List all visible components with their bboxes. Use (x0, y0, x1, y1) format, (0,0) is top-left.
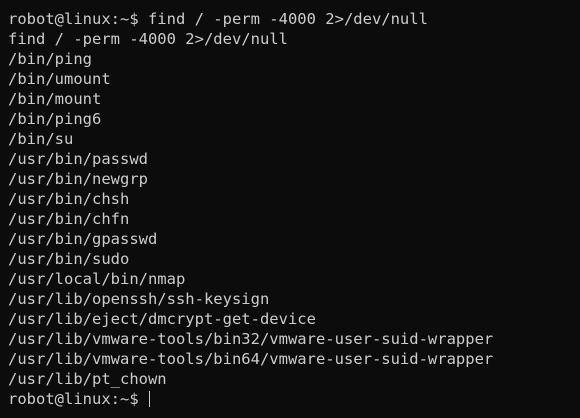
terminal-line: /bin/ping (8, 50, 92, 68)
terminal-line: /usr/lib/openssh/ssh-keysign (8, 290, 270, 308)
text-cursor (148, 391, 151, 407)
terminal-line: /usr/lib/vmware-tools/bin64/vmware-user-… (8, 350, 494, 368)
terminal-line: /bin/ping6 (8, 110, 102, 128)
terminal-line: find / -perm -4000 2>/dev/null (8, 30, 288, 48)
terminal-line: /usr/local/bin/nmap (8, 270, 186, 288)
prompt-line[interactable]: robot@linux:~$ (8, 389, 580, 409)
terminal-line: /bin/mount (8, 90, 102, 108)
terminal-line: /usr/bin/newgrp (8, 170, 148, 188)
terminal-line: /bin/umount (8, 70, 111, 88)
terminal-line: /usr/lib/pt_chown (8, 370, 167, 388)
terminal-line: /usr/bin/chsh (8, 190, 130, 208)
terminal-line: /usr/bin/passwd (8, 150, 148, 168)
shell-prompt: robot@linux:~$ (8, 390, 148, 408)
terminal-window[interactable]: robot@linux:~$ find / -perm -4000 2>/dev… (0, 0, 580, 418)
terminal-line: /usr/lib/eject/dmcrypt-get-device (8, 310, 316, 328)
terminal-line: /usr/lib/vmware-tools/bin32/vmware-user-… (8, 330, 494, 348)
terminal-line: /bin/su (8, 130, 74, 148)
terminal-line: /usr/bin/sudo (8, 250, 130, 268)
terminal-line: /usr/bin/chfn (8, 210, 130, 228)
terminal-line: robot@linux:~$ find / -perm -4000 2>/dev… (8, 10, 428, 28)
terminal-line: /usr/bin/gpasswd (8, 230, 158, 248)
